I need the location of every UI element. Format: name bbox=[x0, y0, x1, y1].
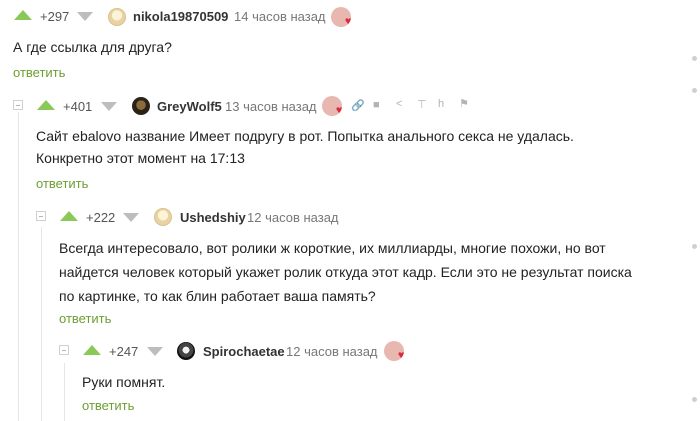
thread-line[interactable] bbox=[18, 112, 19, 421]
heart-badge-icon: ♥ bbox=[384, 341, 404, 361]
reply-link[interactable]: ответить bbox=[13, 65, 65, 80]
pin-top-icon[interactable]: ⊤ bbox=[417, 98, 427, 111]
reply-link[interactable]: ответить bbox=[36, 176, 88, 191]
timestamp[interactable]: 13 часов назад bbox=[225, 99, 317, 114]
reply-link[interactable]: ответить bbox=[82, 398, 134, 413]
upvote-button[interactable] bbox=[37, 100, 55, 110]
flag-icon[interactable]: ⚑ bbox=[459, 97, 469, 110]
scroll-marker[interactable] bbox=[692, 244, 697, 249]
avatar[interactable] bbox=[154, 208, 172, 226]
author-name[interactable]: Spirochaetae bbox=[203, 344, 285, 359]
author-name[interactable]: Ushedshiy bbox=[180, 210, 246, 225]
rating-value: +247 bbox=[109, 344, 139, 359]
comment-text-line: Всегда интересовало, вот ролики ж коротк… bbox=[59, 240, 606, 256]
comment-text: А где ссылка для друга? bbox=[13, 39, 172, 55]
rating-value: +222 bbox=[86, 210, 116, 225]
downvote-button[interactable] bbox=[101, 102, 117, 111]
timestamp[interactable]: 12 часов назад bbox=[286, 344, 378, 359]
collapse-toggle[interactable] bbox=[36, 211, 46, 221]
thread-line[interactable] bbox=[64, 363, 65, 421]
comment-text-line: Конкретно этот момент на 17:13 bbox=[36, 150, 245, 166]
rating-value: +297 bbox=[40, 9, 70, 24]
upvote-button[interactable] bbox=[14, 10, 32, 20]
comment-text-line: по картинке, то как блин работает ваша п… bbox=[59, 288, 376, 304]
thread-line[interactable] bbox=[41, 227, 42, 421]
avatar[interactable] bbox=[132, 97, 150, 115]
timestamp[interactable]: 14 часов назад bbox=[234, 9, 326, 24]
downvote-button[interactable] bbox=[147, 347, 163, 356]
upvote-button[interactable] bbox=[60, 211, 78, 221]
collapse-toggle[interactable] bbox=[59, 345, 69, 355]
comment-text-line: найдется человек который укажет ролик от… bbox=[59, 264, 632, 280]
branch-icon[interactable]: h bbox=[438, 98, 444, 110]
scroll-marker[interactable] bbox=[692, 397, 697, 402]
rating-value: +401 bbox=[63, 99, 93, 114]
upvote-button[interactable] bbox=[83, 345, 101, 355]
share-icon[interactable]: < bbox=[396, 98, 402, 110]
avatar[interactable] bbox=[177, 342, 195, 360]
link-icon[interactable]: 🔗 bbox=[351, 99, 365, 112]
author-name[interactable]: nikola19870509 bbox=[133, 9, 228, 24]
author-name[interactable]: GreyWolf5 bbox=[157, 99, 222, 114]
reply-link[interactable]: ответить bbox=[59, 311, 111, 326]
comment-text-line: Сайт ebalovo название Имеет подругу в ро… bbox=[36, 128, 574, 144]
avatar[interactable] bbox=[108, 8, 126, 26]
heart-badge-icon: ♥ bbox=[331, 7, 351, 27]
collapse-toggle[interactable] bbox=[13, 100, 23, 110]
timestamp[interactable]: 12 часов назад bbox=[247, 210, 339, 225]
scroll-marker[interactable] bbox=[692, 56, 697, 61]
comment-text: Руки помнят. bbox=[82, 374, 166, 390]
downvote-button[interactable] bbox=[77, 12, 93, 21]
scroll-marker[interactable] bbox=[692, 88, 697, 93]
downvote-button[interactable] bbox=[123, 213, 139, 222]
heart-badge-icon: ♥ bbox=[322, 96, 342, 116]
save-icon[interactable]: ■ bbox=[373, 99, 380, 111]
